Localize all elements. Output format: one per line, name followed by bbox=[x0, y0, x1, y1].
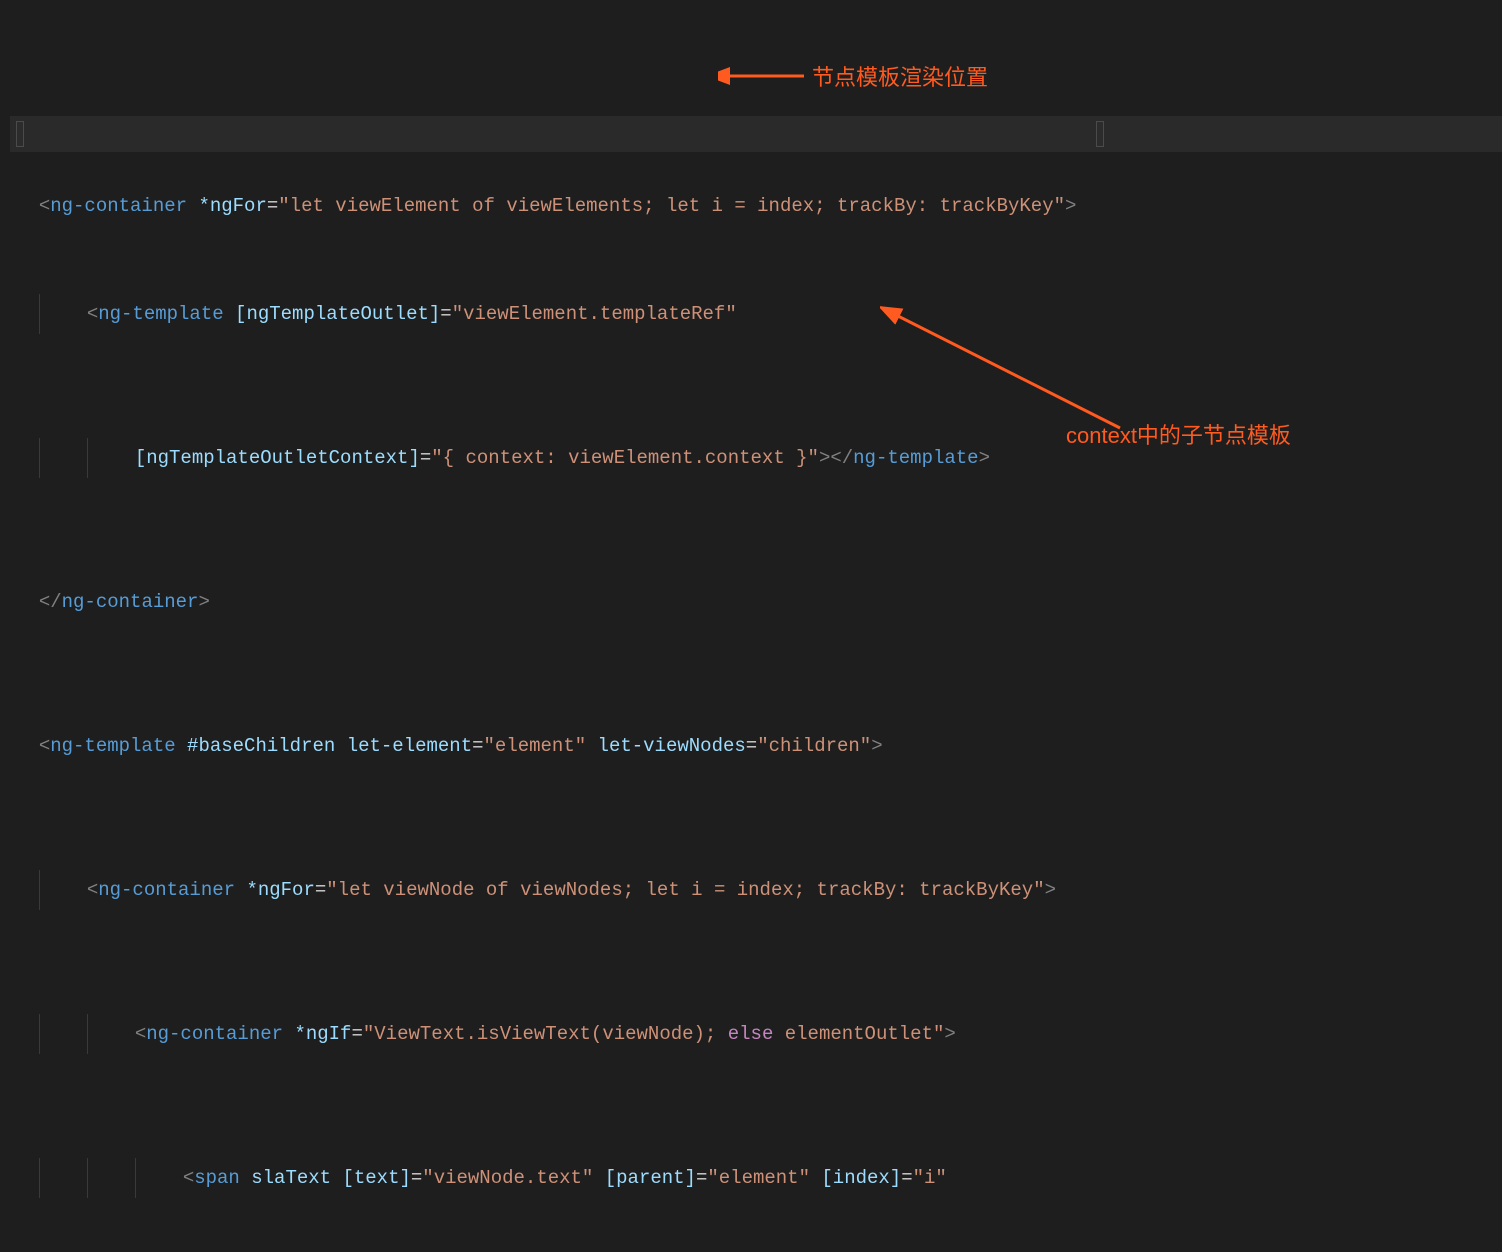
close-tag: ng-container bbox=[62, 591, 199, 613]
attr-value: "element" bbox=[484, 735, 587, 757]
attr-value: "viewNode.text" bbox=[422, 1167, 593, 1189]
code-line[interactable]: <span slaText [text]="viewNode.text" [pa… bbox=[10, 1124, 1502, 1160]
code-line[interactable]: [ngTemplateOutletContext]="{ context: vi… bbox=[10, 404, 1502, 440]
attr-name: *ngIf bbox=[294, 1023, 351, 1045]
angle-open: < bbox=[39, 195, 50, 217]
keyword-else: else bbox=[728, 1023, 774, 1045]
code-line[interactable]: <ng-template #baseChildren let-element="… bbox=[10, 692, 1502, 728]
selection-caret-box bbox=[1096, 121, 1104, 147]
attr-value: elementOutlet" bbox=[773, 1023, 944, 1045]
tag-name: ng-container bbox=[50, 195, 187, 217]
tag-name: ng-template bbox=[50, 735, 175, 757]
attr-value: "ViewText.isViewText(viewNode); bbox=[363, 1023, 728, 1045]
angle-close: > bbox=[1065, 195, 1076, 217]
code-line[interactable]: <ng-container *ngIf="ViewText.isViewText… bbox=[10, 980, 1502, 1016]
attr-name: *ngFor bbox=[246, 879, 314, 901]
attr-name: [index] bbox=[821, 1167, 901, 1189]
attr-name: [parent] bbox=[605, 1167, 696, 1189]
attr-name: let-viewNodes bbox=[598, 735, 746, 757]
attr-directive: slaText bbox=[251, 1167, 331, 1189]
attr-name: [ngTemplateOutlet] bbox=[235, 303, 440, 325]
attr-value: "element" bbox=[707, 1167, 810, 1189]
close-tag: ng-template bbox=[853, 447, 978, 469]
template-ref: #baseChildren bbox=[187, 735, 335, 757]
code-line[interactable]: <ng-template [ngTemplateOutlet]="viewEle… bbox=[10, 260, 1502, 296]
attr-value: "i" bbox=[913, 1167, 947, 1189]
tag-name: ng-container bbox=[146, 1023, 283, 1045]
attr-name: [ngTemplateOutletContext] bbox=[135, 447, 420, 469]
tag-name: ng-container bbox=[98, 879, 235, 901]
attr-value: "let viewNode of viewNodes; let i = inde… bbox=[326, 879, 1044, 901]
code-line[interactable]: <ng-container *ngFor="let viewElement of… bbox=[10, 116, 1502, 152]
selection-caret-box bbox=[16, 121, 24, 147]
attr-value: "viewElement.templateRef" bbox=[452, 303, 737, 325]
tag-name: ng-template bbox=[98, 303, 223, 325]
code-editor[interactable]: <ng-container *ngFor="let viewElement of… bbox=[0, 0, 1502, 1252]
attr-name: *ngFor bbox=[198, 195, 266, 217]
tag-name: span bbox=[194, 1167, 240, 1189]
attr-value: "let viewElement of viewElements; let i … bbox=[278, 195, 1065, 217]
code-line[interactable]: <ng-container *ngFor="let viewNode of vi… bbox=[10, 836, 1502, 872]
attr-value: "{ context: viewElement.context }" bbox=[431, 447, 819, 469]
attr-name: let-element bbox=[347, 735, 472, 757]
code-line[interactable]: </ng-container> bbox=[10, 548, 1502, 584]
attr-value: "children" bbox=[757, 735, 871, 757]
attr-name: [text] bbox=[342, 1167, 410, 1189]
